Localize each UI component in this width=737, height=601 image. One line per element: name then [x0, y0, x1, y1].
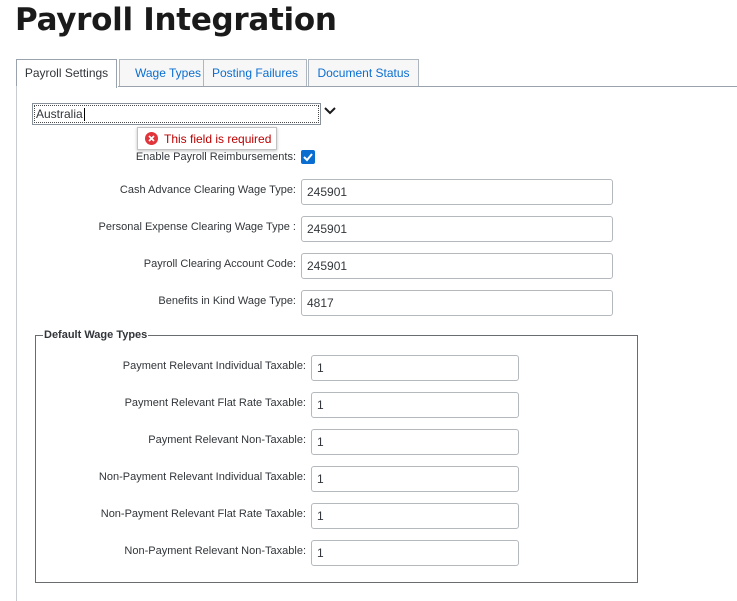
wage-type-label: Payment Relevant Flat Rate Taxable:: [124, 397, 306, 409]
country-select-value: Australia: [36, 107, 83, 121]
cash-advance-field[interactable]: 245901: [301, 179, 613, 205]
wage-type-label: Non-Payment Relevant Individual Taxable:: [98, 471, 306, 483]
tab-divider: [118, 86, 737, 87]
error-circle-icon: [145, 132, 158, 145]
text-cursor: [83, 108, 85, 122]
wage-type-label: Payment Relevant Individual Taxable:: [122, 360, 306, 372]
cash-advance-label: Cash Advance Clearing Wage Type:: [119, 184, 296, 196]
tab-payroll-settings[interactable]: Payroll Settings: [16, 59, 117, 88]
wage-type-field[interactable]: 1: [311, 429, 519, 455]
personal-expense-label: Personal Expense Clearing Wage Type :: [98, 221, 296, 233]
page-title: Payroll Integration: [15, 2, 337, 38]
wage-type-label: Non-Payment Relevant Non-Taxable:: [124, 545, 306, 557]
country-select[interactable]: Australia: [32, 103, 321, 125]
chevron-down-icon[interactable]: [323, 104, 337, 118]
validation-tooltip: This field is required: [137, 127, 277, 150]
personal-expense-field[interactable]: 245901: [301, 216, 613, 242]
reimbursements-checkbox[interactable]: [301, 150, 315, 164]
tab-posting-failures[interactable]: Posting Failures: [203, 59, 307, 86]
reimbursements-label: Enable Payroll Reimbursements:: [135, 151, 296, 163]
benefits-field[interactable]: 4817: [301, 290, 613, 316]
panel-border: [16, 86, 17, 601]
wage-type-label: Payment Relevant Non-Taxable:: [148, 434, 306, 446]
clearing-account-field[interactable]: 245901: [301, 253, 613, 279]
wage-type-field[interactable]: 1: [311, 503, 519, 529]
validation-message: This field is required: [164, 132, 272, 146]
wage-type-label: Non-Payment Relevant Flat Rate Taxable:: [100, 508, 306, 520]
default-wage-types-legend: Default Wage Types: [44, 329, 148, 341]
tab-document-status[interactable]: Document Status: [308, 59, 419, 86]
wage-type-field[interactable]: 1: [311, 392, 519, 418]
wage-type-field[interactable]: 1: [311, 540, 519, 566]
clearing-account-label: Payroll Clearing Account Code:: [143, 258, 296, 270]
benefits-label: Benefits in Kind Wage Type:: [158, 295, 296, 307]
checkmark-icon: [303, 153, 313, 162]
wage-type-field[interactable]: 1: [311, 355, 519, 381]
wage-type-field[interactable]: 1: [311, 466, 519, 492]
